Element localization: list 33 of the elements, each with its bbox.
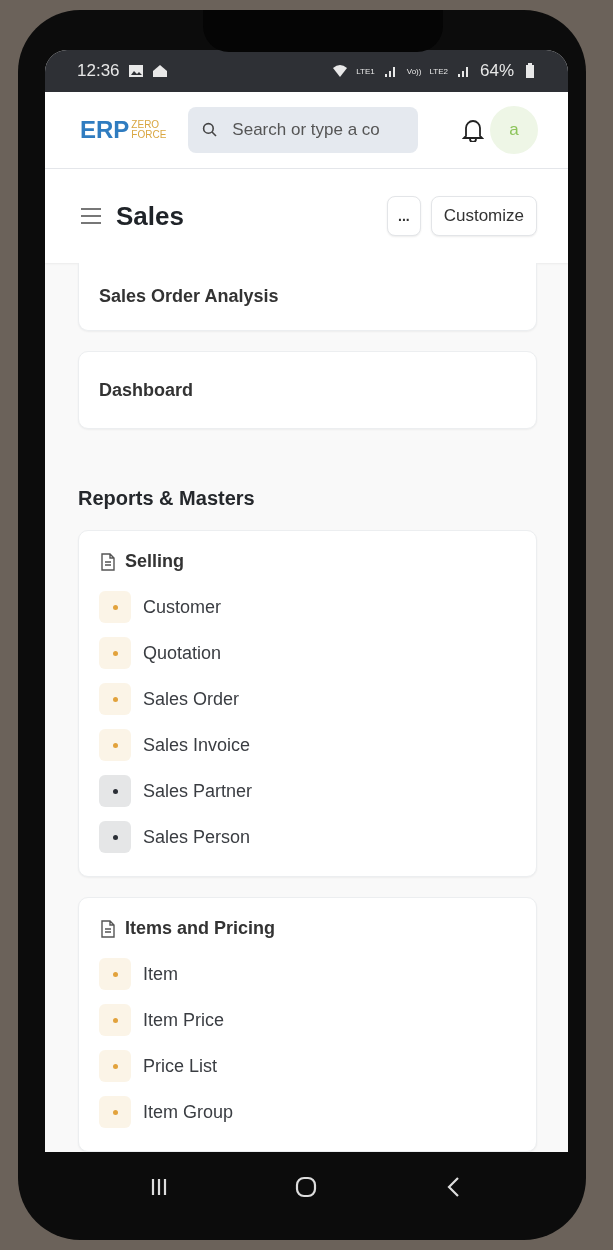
document-icon: [99, 552, 117, 571]
document-icon: [99, 919, 117, 938]
more-button[interactable]: ...: [387, 196, 421, 237]
menu-icon[interactable]: [80, 207, 102, 226]
report-link[interactable]: Price List: [143, 1055, 218, 1077]
shortcut-card[interactable]: Dashboard: [78, 351, 537, 429]
network-label: LTE2: [429, 66, 448, 76]
customize-button[interactable]: Customize: [430, 196, 537, 237]
search-field[interactable]: Search or type a co: [188, 107, 419, 154]
shortcut-card[interactable]: Sales Order Analysis: [78, 263, 537, 331]
report-link[interactable]: Customer: [143, 596, 222, 618]
page-title: Sales: [116, 200, 184, 232]
battery-percent: 64%: [479, 61, 514, 82]
logo-text: ZERO: [131, 120, 160, 131]
report-link[interactable]: Sales Partner: [143, 780, 253, 802]
logo-text: ERP: [80, 116, 130, 145]
network-label: LTE1: [356, 66, 375, 76]
card-title: Items and Pricing: [125, 918, 276, 939]
report-link[interactable]: Quotation: [143, 642, 222, 664]
report-link[interactable]: Sales Person: [143, 826, 251, 848]
volte-label: Vo)): [406, 66, 422, 76]
report-link[interactable]: Sales Order: [143, 688, 240, 710]
section-heading: Reports & Masters: [78, 487, 256, 510]
clock-time: 12:36: [77, 61, 120, 82]
image-icon: [127, 63, 144, 80]
report-link[interactable]: Sales Invoice: [143, 734, 251, 756]
report-link[interactable]: Item Group: [143, 1101, 234, 1123]
report-link[interactable]: Item: [143, 963, 178, 985]
card-title: Selling: [125, 551, 184, 572]
report-link[interactable]: Item Price: [143, 1009, 225, 1031]
logo-text: FORCE: [131, 130, 167, 141]
home-icon: [151, 63, 168, 80]
bell-icon[interactable]: [462, 118, 485, 143]
